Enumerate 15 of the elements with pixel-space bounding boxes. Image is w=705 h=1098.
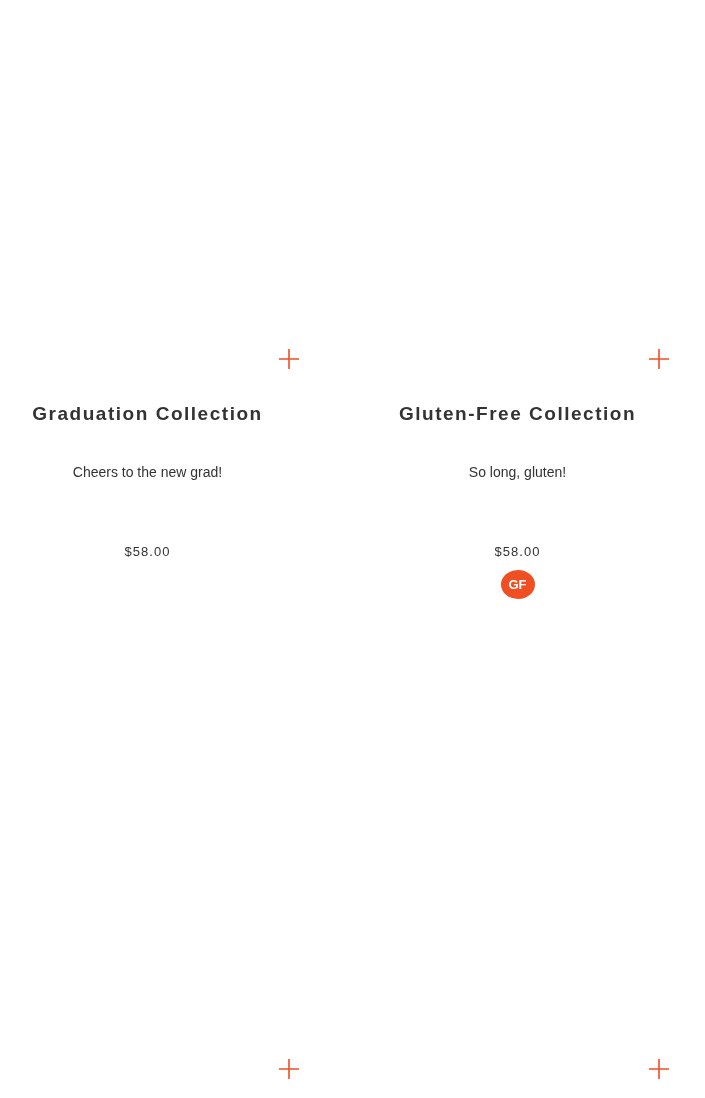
add-button[interactable] [648,1058,670,1080]
product-description: So long, gluten! [468,462,567,482]
plus-icon [279,349,299,369]
product-price: $58.00 [494,542,541,561]
product-price: $58.00 [124,542,171,561]
plus-icon [279,1059,299,1079]
product-description: Cheers to the new grad! [72,462,223,482]
add-button[interactable] [648,348,670,370]
plus-icon [649,349,669,369]
product-title[interactable]: Graduation Collection [32,400,263,429]
add-button[interactable] [278,1058,300,1080]
dietary-tag: GF [500,570,535,599]
product-title[interactable]: Gluten-Free Collection [398,400,637,429]
add-button[interactable] [278,348,300,370]
plus-icon [649,1059,669,1079]
